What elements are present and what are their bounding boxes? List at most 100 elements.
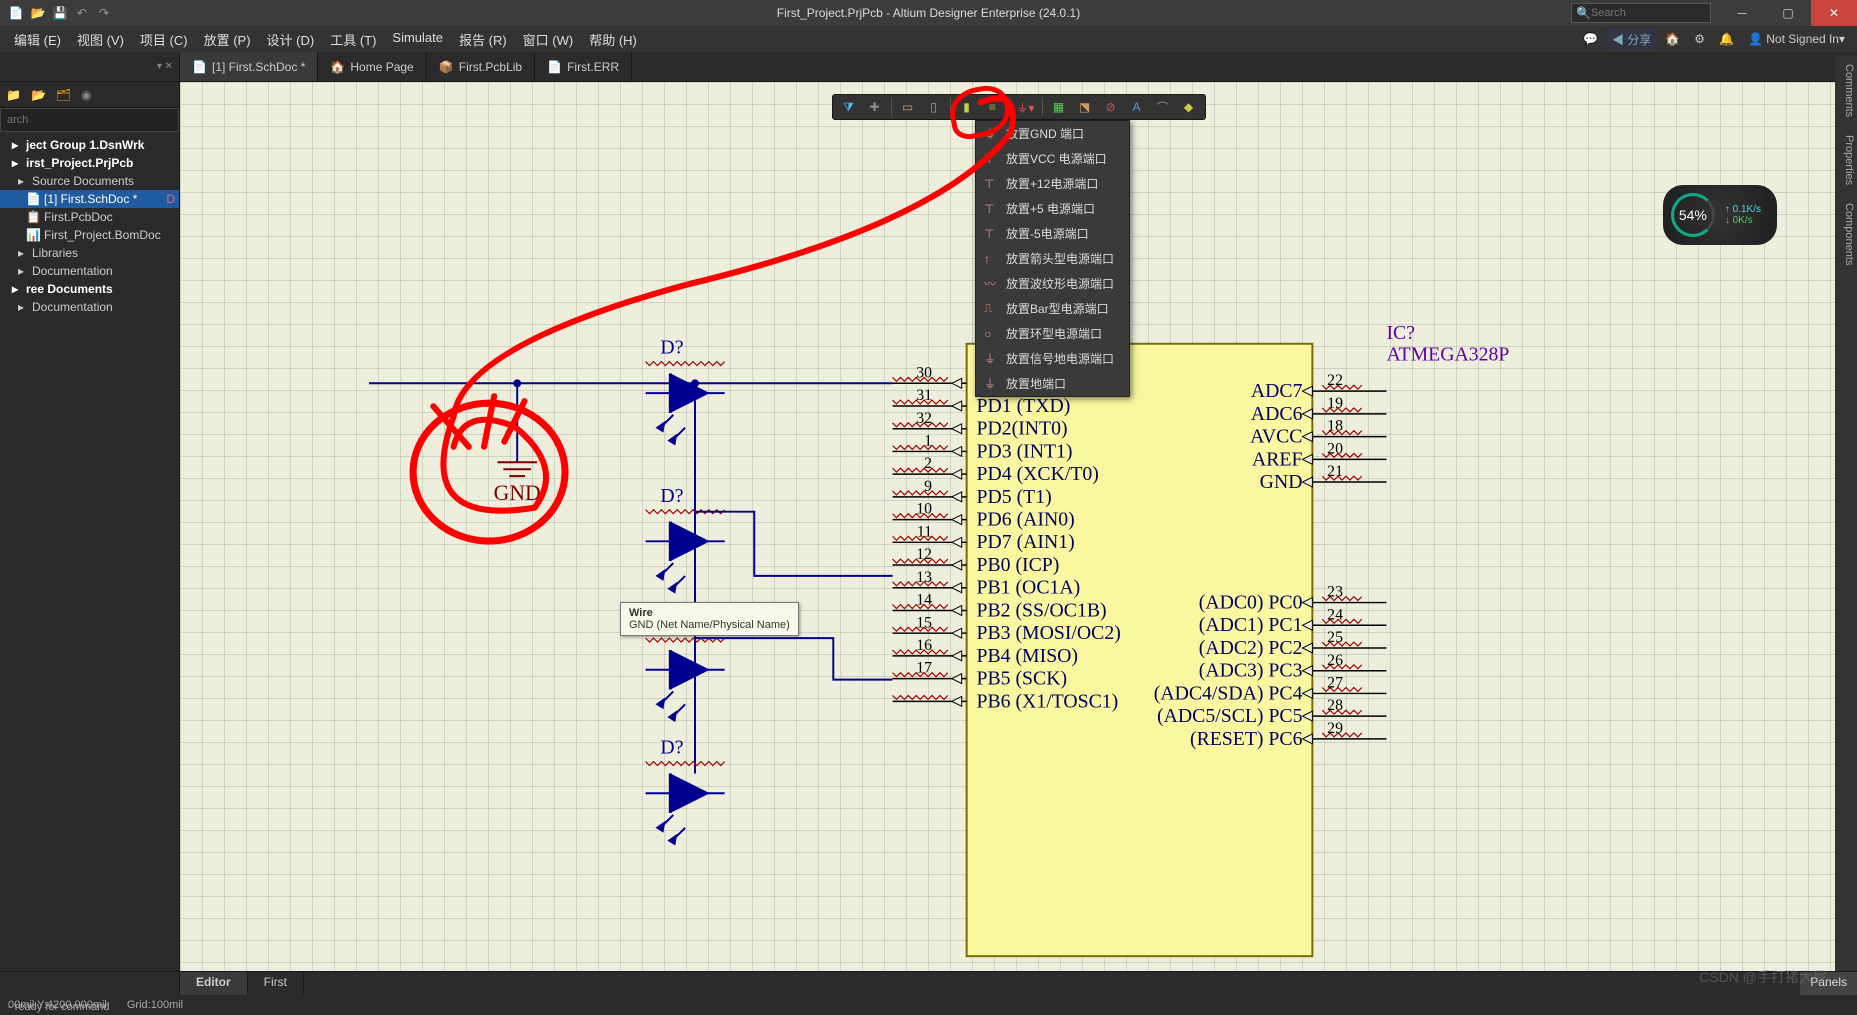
minimize-button[interactable]: ─ <box>1719 0 1765 26</box>
proj-add-icon[interactable]: 🗂 <box>56 88 71 102</box>
svg-text:(ADC4/SDA) PC4: (ADC4/SDA) PC4 <box>1154 682 1303 704</box>
tree-node-5[interactable]: 📊First_Project.BomDoc <box>0 226 179 244</box>
tree-node-3[interactable]: 📄[1] First.SchDoc * D <box>0 190 179 208</box>
tree-node-9[interactable]: ▸Documentation <box>0 298 179 316</box>
power-menu-item-4[interactable]: ⊤放置-5电源端口 <box>976 221 1129 246</box>
menu-item-5[interactable]: 工具 (T) <box>322 27 384 52</box>
power-icon: ⏚ <box>984 375 998 392</box>
menu-item-9[interactable]: 帮助 (H) <box>581 27 645 52</box>
menu-item-4[interactable]: 设计 (D) <box>259 27 323 52</box>
menu-item-6[interactable]: Simulate <box>384 27 451 52</box>
projects-search[interactable] <box>0 108 179 132</box>
notify-icon[interactable]: 🔔 <box>1713 30 1740 48</box>
box2-icon[interactable]: ▯ <box>922 96 946 118</box>
close-button[interactable]: ✕ <box>1811 0 1857 26</box>
svg-text:ADC7: ADC7 <box>1251 380 1303 402</box>
ic-value[interactable]: ATMEGA328P <box>1386 344 1509 366</box>
svg-text:1: 1 <box>924 433 932 450</box>
power-menu-item-8[interactable]: ○放置环型电源端口 <box>976 321 1129 346</box>
svg-text:PD2(INT0): PD2(INT0) <box>977 418 1068 440</box>
projects-search-input[interactable] <box>7 114 172 126</box>
schematic-floating-toolbar: ⧩ ✚ ▭ ▯ ▮ ≡ ⏚▾ ▦ ⬔ ⊘ A ⌒ ◆ <box>832 94 1206 120</box>
menu-item-2[interactable]: 项目 (C) <box>132 27 196 52</box>
right-panel-comments[interactable]: Comments <box>1835 56 1857 125</box>
power-icon: ⊤ <box>984 202 998 216</box>
qat-redo-icon[interactable]: ↷ <box>96 5 112 21</box>
power-menu-item-1[interactable]: ⊤放置VCC 电源端口 <box>976 146 1129 171</box>
panel-header-controls[interactable]: ▾ ✕ <box>0 52 180 81</box>
menu-item-3[interactable]: 放置 (P) <box>196 27 259 52</box>
sheet-icon[interactable]: ▦ <box>1047 96 1071 118</box>
svg-text:2: 2 <box>924 455 932 472</box>
power-menu-item-2[interactable]: ⊤放置+12电源端口 <box>976 171 1129 196</box>
editor-tab-first[interactable]: First <box>248 972 304 995</box>
tree-node-7[interactable]: ▸Documentation <box>0 262 179 280</box>
chat-icon[interactable]: 💬 <box>1577 30 1604 48</box>
doc-tab-2[interactable]: 📦First.PcbLib <box>427 52 535 81</box>
editor-tabs: Editor First Panels <box>0 971 1857 995</box>
power-port-button[interactable]: ⏚▾ <box>1014 96 1038 118</box>
search-input[interactable] <box>1591 7 1706 19</box>
svg-text:11: 11 <box>917 523 932 540</box>
qat-open-icon[interactable]: 📂 <box>30 5 46 21</box>
power-menu-item-10[interactable]: ⏚放置地端口 <box>976 371 1129 396</box>
wire-d2[interactable] <box>695 512 893 576</box>
share-button[interactable]: ◀ 分享 <box>1606 29 1657 50</box>
doc-tab-1[interactable]: 🏠Home Page <box>318 52 426 81</box>
svg-text:13: 13 <box>916 569 932 586</box>
arc-icon[interactable]: ⌒ <box>1151 96 1175 118</box>
doc-tab-0[interactable]: 📄[1] First.SchDoc * <box>180 52 318 81</box>
maximize-button[interactable]: ▢ <box>1765 0 1811 26</box>
diamond-icon[interactable]: ◆ <box>1177 96 1201 118</box>
menu-item-7[interactable]: 报告 (R) <box>451 27 515 52</box>
cross-icon[interactable]: ✚ <box>863 96 887 118</box>
tree-node-4[interactable]: 📋First.PcbDoc <box>0 208 179 226</box>
port-icon[interactable]: ⬔ <box>1073 96 1097 118</box>
tree-node-8[interactable]: ▸ree Documents <box>0 280 179 298</box>
power-menu-item-5[interactable]: ↑放置箭头型电源端口 <box>976 246 1129 271</box>
filter-icon[interactable]: ⧩ <box>837 96 861 118</box>
tree-node-1[interactable]: ▸irst_Project.PrjPcb <box>0 154 179 172</box>
svg-text:PD7 (AIN1): PD7 (AIN1) <box>977 531 1075 553</box>
gnd-port[interactable]: GND <box>494 447 541 504</box>
svg-text:21: 21 <box>1327 463 1343 480</box>
qat-undo-icon[interactable]: ↶ <box>74 5 90 21</box>
wire-d3[interactable] <box>695 638 893 679</box>
tree-node-2[interactable]: ▸Source Documents <box>0 172 179 190</box>
proj-home-icon[interactable]: 📁 <box>6 88 21 102</box>
noerc-icon[interactable]: ⊘ <box>1099 96 1123 118</box>
search-box[interactable]: 🔍 <box>1571 3 1711 23</box>
menu-item-0[interactable]: 编辑 (E) <box>6 27 69 52</box>
editor-tab-editor[interactable]: Editor <box>180 972 248 995</box>
right-panel-components[interactable]: Components <box>1835 195 1857 273</box>
menu-item-8[interactable]: 窗口 (W) <box>515 27 582 52</box>
tab-icon: 📦 <box>439 60 453 74</box>
qat-save-icon[interactable]: 💾 <box>52 5 68 21</box>
text-icon[interactable]: A <box>1125 96 1149 118</box>
svg-text:31: 31 <box>916 387 932 404</box>
power-menu-item-9[interactable]: ⏚放置信号地电源端口 <box>976 346 1129 371</box>
svg-text:(ADC2) PC2: (ADC2) PC2 <box>1199 637 1303 659</box>
power-menu-item-6[interactable]: 〰放置波纹形电源端口 <box>976 271 1129 296</box>
tree-node-0[interactable]: ▸ject Group 1.DsnWrk <box>0 136 179 154</box>
right-panel-tabs: CommentsPropertiesComponents <box>1835 56 1857 971</box>
ic-reference[interactable]: IC? <box>1386 322 1415 344</box>
proj-refresh-icon[interactable]: ◉ <box>81 88 91 102</box>
signin-button[interactable]: 👤 Not Signed In▾ <box>1742 30 1851 48</box>
svg-text:PB2 (SS/OC1B): PB2 (SS/OC1B) <box>977 599 1107 621</box>
wire-main-v[interactable] <box>369 383 695 773</box>
qat-new-icon[interactable]: 📄 <box>8 5 24 21</box>
right-panel-properties[interactable]: Properties <box>1835 127 1857 193</box>
home-icon[interactable]: 🏠 <box>1659 30 1686 48</box>
power-menu-item-3[interactable]: ⊤放置+5 电源端口 <box>976 196 1129 221</box>
menu-item-1[interactable]: 视图 (V) <box>69 27 132 52</box>
tree-node-6[interactable]: ▸Libraries <box>0 244 179 262</box>
box1-icon[interactable]: ▭ <box>896 96 920 118</box>
settings-icon[interactable]: ⚙ <box>1688 30 1711 48</box>
power-menu-item-7[interactable]: ⎍放置Bar型电源端口 <box>976 296 1129 321</box>
proj-open-icon[interactable]: 📂 <box>31 88 46 102</box>
doc-tab-3[interactable]: 📄First.ERR <box>535 52 632 81</box>
svg-text:AREF: AREF <box>1252 448 1303 470</box>
svg-text:22: 22 <box>1327 372 1343 389</box>
schematic-canvas[interactable]: IC? ATMEGA328P 30PD0 (RXD)31PD1 (TXD)32P… <box>180 82 1857 971</box>
